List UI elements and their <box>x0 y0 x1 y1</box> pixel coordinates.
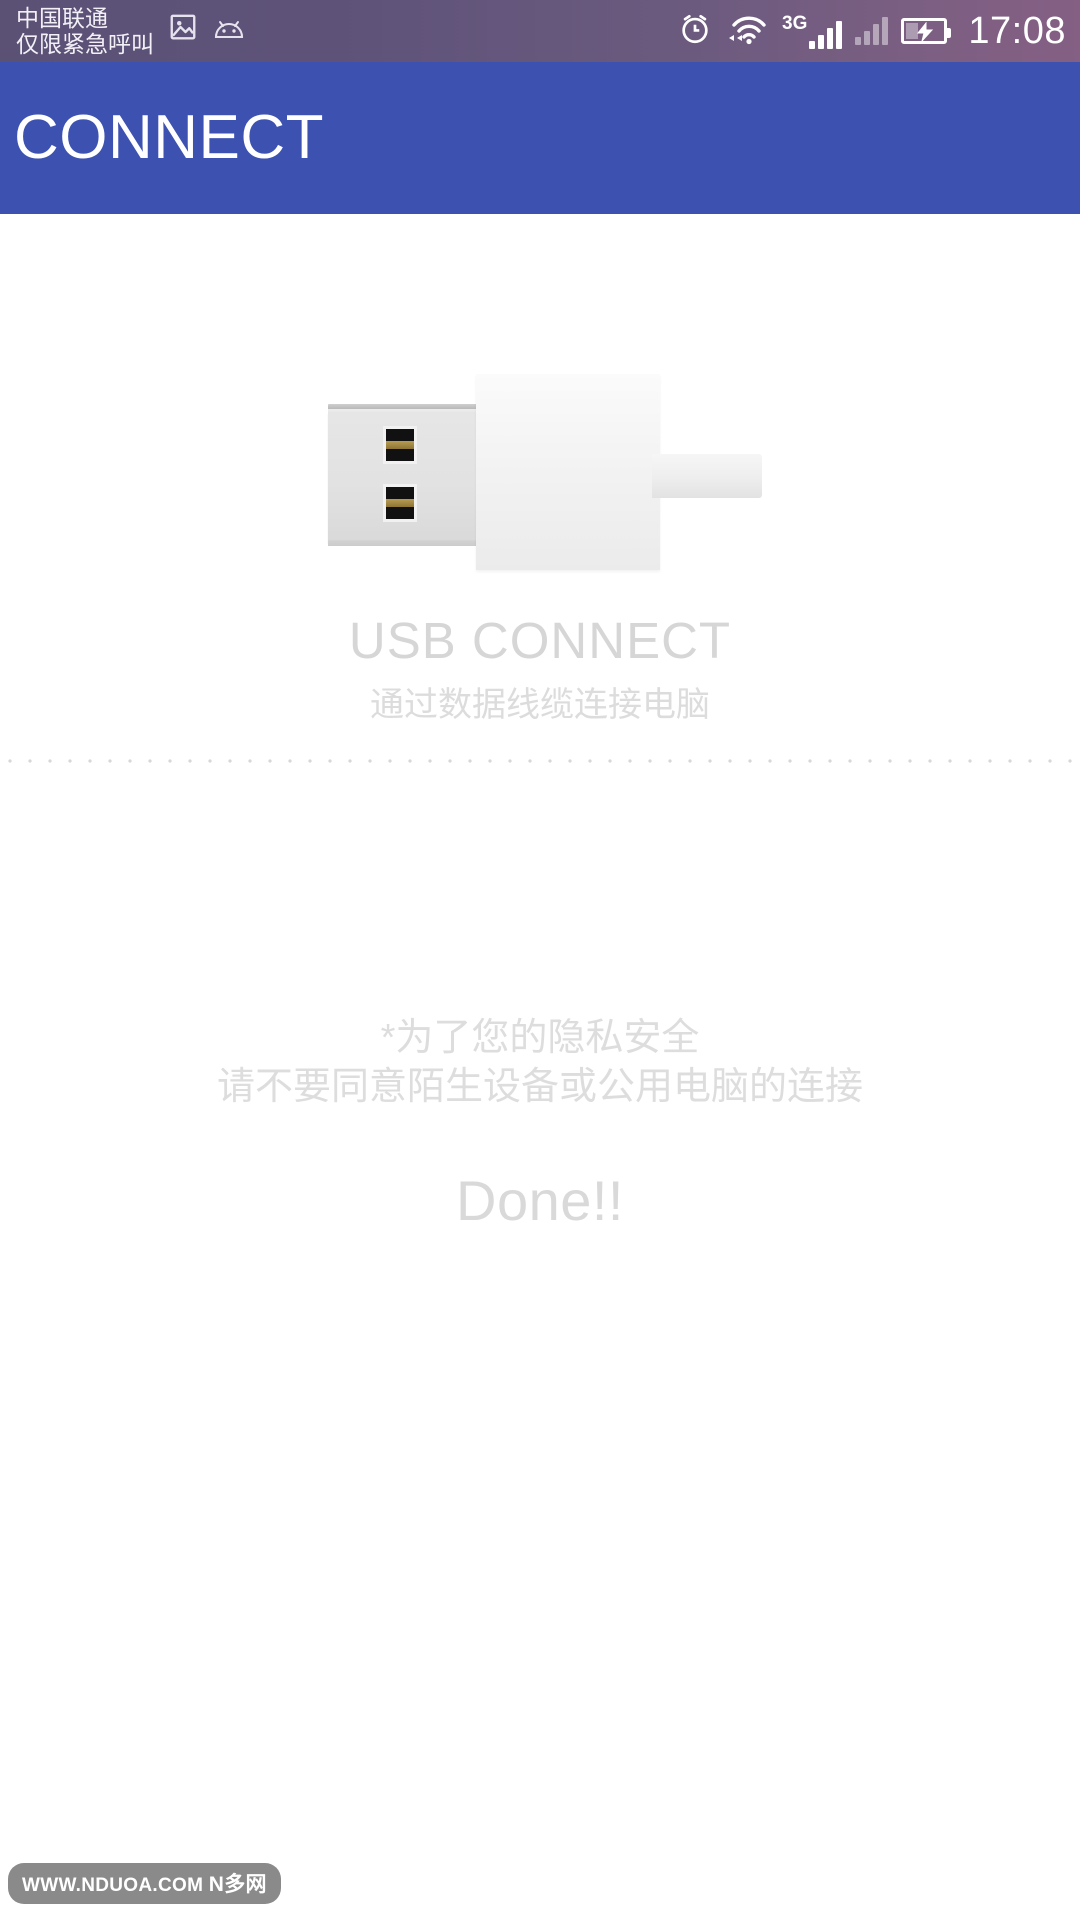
dotted-divider <box>0 759 1080 763</box>
carrier-name: 中国联通 <box>16 4 108 31</box>
photo-icon <box>168 12 198 47</box>
usb-connect-subtitle: 通过数据线缆连接电脑 <box>370 686 710 724</box>
wifi-icon <box>725 13 769 50</box>
android-icon <box>212 18 246 47</box>
usb-connect-title: USB CONNECT <box>348 612 732 669</box>
phone-screen: 中国联通 仅限紧急呼叫 3G 17:08 CONNECT USB CONNECT… <box>0 0 1080 1920</box>
watermark-url: WWW.NDUOA.COM <box>22 1875 204 1896</box>
alarm-icon <box>678 12 712 51</box>
site-watermark: WWW.NDUOA.COM N多网 <box>8 1863 281 1904</box>
signal-bars-icon <box>809 20 843 49</box>
page-title: CONNECT <box>14 103 325 172</box>
usb-contact-slot-bottom <box>383 484 417 522</box>
battery-charging-icon <box>901 18 952 44</box>
signal-bars-secondary-icon <box>855 17 889 45</box>
status-text: Done!! <box>456 1168 624 1232</box>
usb-cable <box>652 454 762 498</box>
status-bar-left: 中国联通 仅限紧急呼叫 <box>16 4 678 57</box>
privacy-notice: *为了您的隐私安全 请不要同意陌生设备或公用电脑的连接 Done!! <box>0 1014 1080 1229</box>
signal-primary: 3G <box>782 12 843 49</box>
emergency-calls-only: 仅限紧急呼叫 <box>16 30 154 57</box>
usb-connect-section[interactable]: USB CONNECT 通过数据线缆连接电脑 <box>0 364 1080 722</box>
usb-connector-icon <box>280 364 800 579</box>
usb-contact-slot-top <box>383 426 417 464</box>
network-type-label: 3G <box>782 12 808 34</box>
watermark-name: N多网 <box>208 1873 267 1896</box>
status-notification-icons <box>168 12 246 51</box>
clock: 17:08 <box>968 9 1066 52</box>
status-bar: 中国联通 仅限紧急呼叫 3G 17:08 <box>0 0 1080 62</box>
main-content: USB CONNECT 通过数据线缆连接电脑 *为了您的隐私安全 请不要同意陌生… <box>0 214 1080 1920</box>
usb-shell <box>476 374 660 570</box>
privacy-notice-line1: *为了您的隐私安全 <box>380 1017 700 1059</box>
privacy-notice-line2: 请不要同意陌生设备或公用电脑的连接 <box>216 1066 863 1109</box>
app-bar: CONNECT <box>0 62 1080 214</box>
carrier-label: 中国联通 仅限紧急呼叫 <box>16 4 154 57</box>
status-bar-right: 3G 17:08 <box>678 10 1066 53</box>
